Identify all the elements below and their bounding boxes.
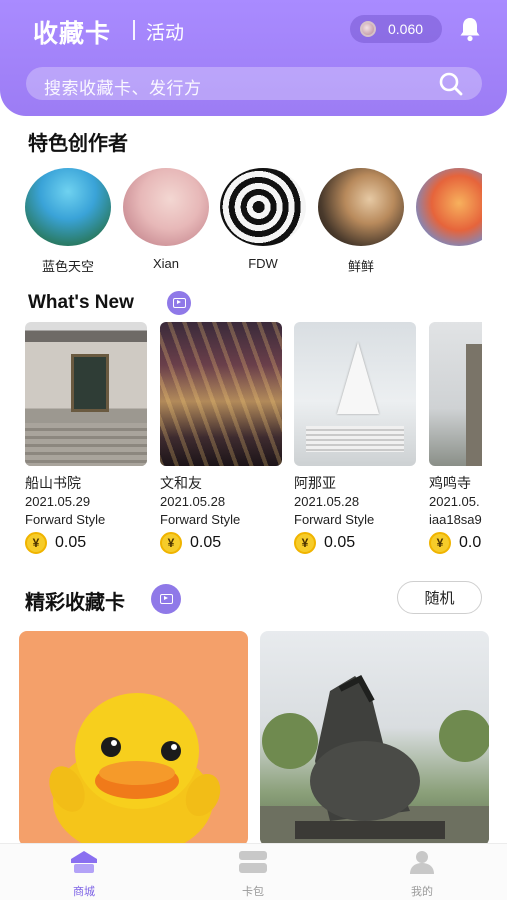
card-name: 阿那亚 [294,475,336,491]
card-issuer: iaa18sa9 [429,512,482,527]
video-icon[interactable] [151,584,181,614]
creator-name: 鲜鲜 [347,259,374,274]
page-title: 收藏卡 [33,20,112,48]
bell-icon[interactable] [458,16,482,42]
activity-tab[interactable]: 活动 [146,18,184,45]
card-issuer: Forward Style [25,512,106,527]
rubber-duck-image [49,693,221,846]
yen-coin-icon: ¥ [294,532,316,554]
creator-avatar [318,168,404,246]
creators-section-title: 特色创作者 [28,133,128,155]
card-date: 2021.05.28 [160,494,226,509]
new-card[interactable]: 文和友 2021.05.28 Forward Style ¥ 0.05 [160,322,282,554]
sculpture-image [260,675,489,846]
tab-shop[interactable]: 商城 [44,850,124,899]
card-price-row: ¥ 0.05 [294,532,355,554]
search-placeholder: 搜索收藏卡、发行方 [44,79,202,98]
random-button[interactable]: 随机 [397,581,482,614]
featured-card-sculpture[interactable] [260,631,489,846]
new-card[interactable]: 阿那亚 2021.05.28 Forward Style ¥ 0.05 [294,322,416,554]
creator-name: Xian [152,256,180,271]
card-image [429,322,482,466]
creator-item[interactable]: Xian [123,168,209,271]
creator-avatar [416,168,482,246]
creator-item[interactable]: 鲜鲜 [318,168,404,274]
title-divider [133,20,135,40]
card-name: 文和友 [160,475,202,491]
profile-icon [410,851,434,874]
card-date: 2021.05.29 [25,494,91,509]
card-date: 2021.05. [429,494,480,509]
featured-section-title: 精彩收藏卡 [25,592,125,614]
creator-avatar [123,168,209,246]
video-icon[interactable] [167,291,191,315]
tab-label: 我的 [411,886,433,898]
card-name: 船山书院 [25,475,81,491]
creator-item[interactable]: 蓝色天空 [25,168,111,274]
card-price-row: ¥ 0.0 [429,532,481,554]
card-image [160,322,282,466]
card-image [294,322,416,466]
yen-coin-icon: ¥ [429,532,451,554]
card-price: 0.05 [55,534,87,551]
card-price: 0.05 [190,534,222,551]
card-price-row: ¥ 0.05 [25,532,86,554]
creator-item[interactable]: FDW [220,168,306,271]
card-price-row: ¥ 0.05 [160,532,221,554]
tab-label: 卡包 [242,886,264,898]
tab-card-wallet[interactable]: 卡包 [213,850,293,899]
new-card[interactable]: 船山书院 2021.05.29 Forward Style ¥ 0.05 [25,322,147,554]
creator-name: FDW [248,256,278,271]
featured-card-duck[interactable] [19,631,248,846]
yen-coin-icon: ¥ [160,532,182,554]
bottom-tab-bar: 商城 卡包 我的 [0,843,507,900]
balance-pill[interactable]: 0.060 [350,15,442,43]
card-name: 鸡鸣寺 [429,475,471,491]
coin-icon [360,21,376,37]
card-price: 0.0 [459,534,482,551]
balance-value: 0.060 [388,21,424,37]
card-date: 2021.05.28 [294,494,360,509]
top-header: 收藏卡 活动 0.060 搜索收藏卡、发行方 [0,0,507,116]
shop-icon [71,851,97,873]
search-icon[interactable] [438,71,464,97]
card-image [25,322,147,466]
creator-item[interactable]: 小杨 [416,168,482,246]
tab-profile[interactable]: 我的 [382,850,462,899]
card-issuer: Forward Style [294,512,375,527]
creator-name: 蓝色天空 [41,259,94,274]
yen-coin-icon: ¥ [25,532,47,554]
whats-new-title: What's New [28,292,134,313]
card-issuer: Forward Style [160,512,241,527]
search-bar[interactable]: 搜索收藏卡、发行方 [26,67,482,100]
card-wallet-icon [239,851,267,873]
new-card[interactable]: 鸡鸣寺 2021.05. iaa18sa9 ¥ 0.0 [429,322,482,562]
card-price: 0.05 [324,534,356,551]
creator-avatar [25,168,111,246]
tab-label: 商城 [73,886,95,898]
creator-avatar [220,168,306,246]
